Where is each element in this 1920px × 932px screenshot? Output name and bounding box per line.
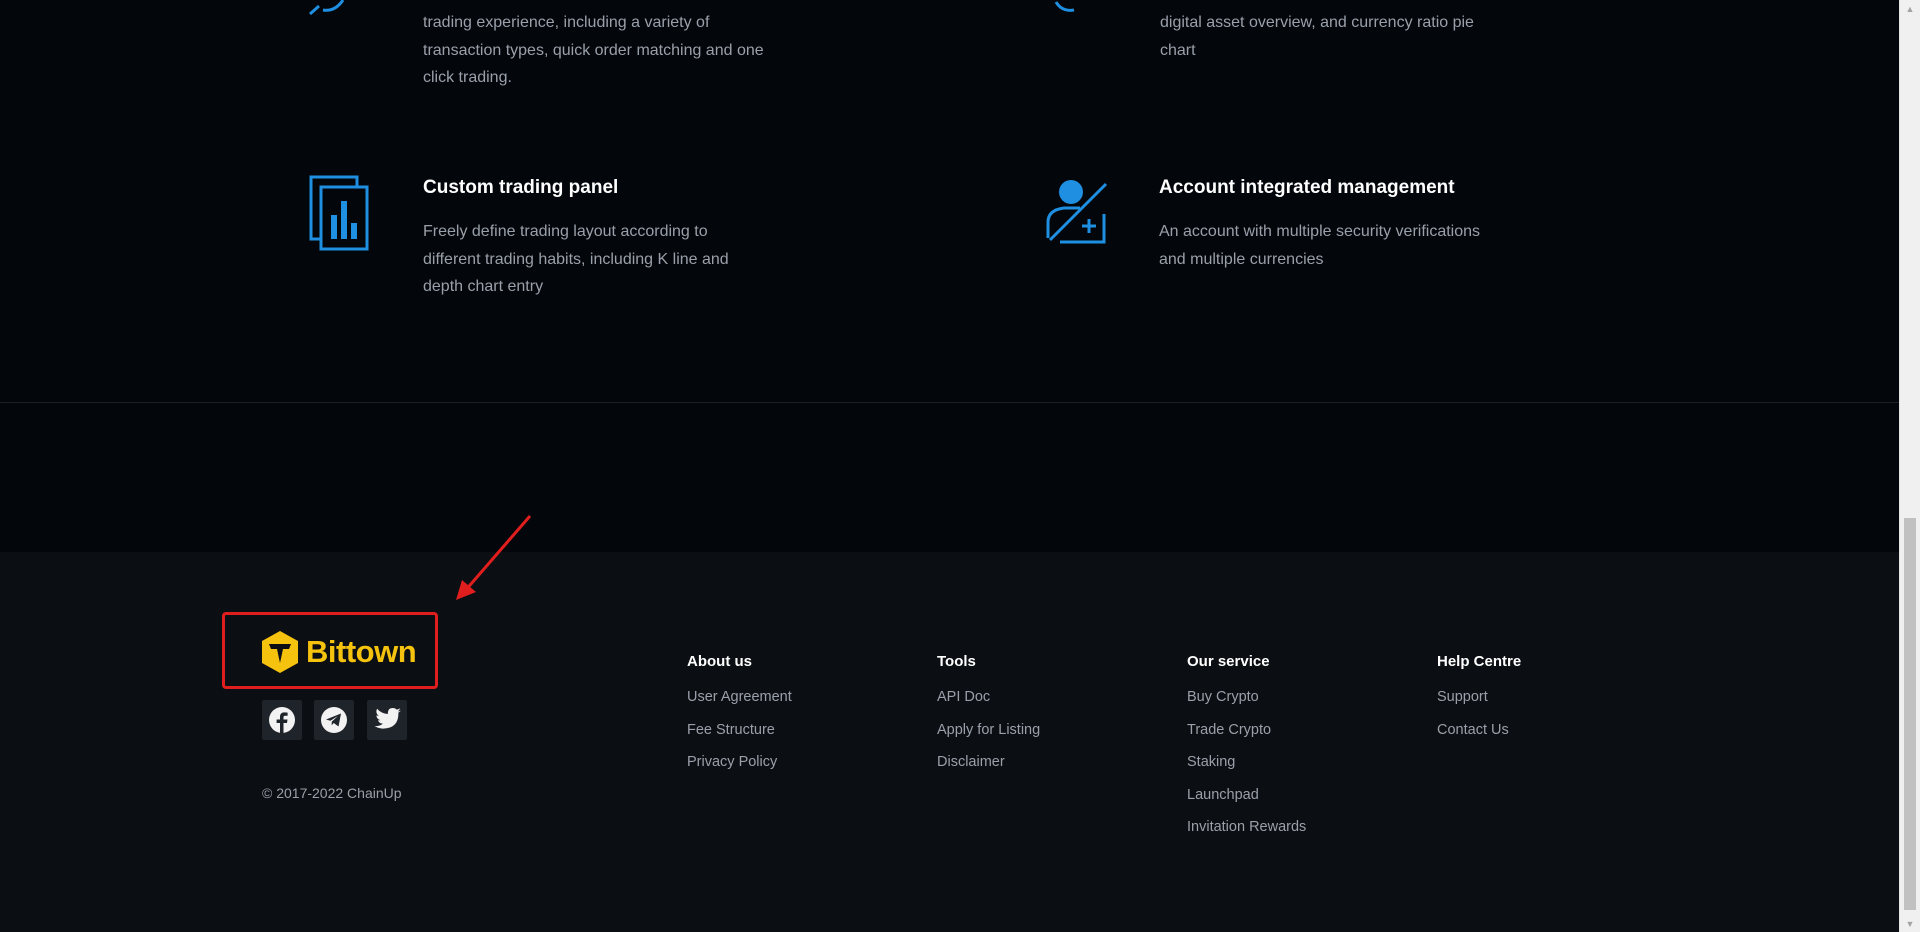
- footer-column-about: About us User Agreement Fee Structure Pr…: [687, 653, 792, 786]
- desc-line: transaction types, quick order matching …: [423, 41, 764, 59]
- page-viewport: trading experience, including a variety …: [0, 0, 1899, 932]
- scrollbar-thumb[interactable]: [1904, 518, 1916, 910]
- link-contact-us[interactable]: Contact Us: [1437, 721, 1521, 754]
- features-section: trading experience, including a variety …: [0, 0, 1899, 402]
- feature-description: Freely define trading layout according t…: [423, 218, 863, 301]
- column-heading: Help Centre: [1437, 653, 1522, 670]
- link-privacy-policy[interactable]: Privacy Policy: [687, 753, 792, 786]
- footer-column-tools: Tools API Doc Apply for Listing Disclaim…: [937, 653, 1040, 786]
- footer-logo[interactable]: Bittown: [260, 630, 417, 674]
- brand-name: Bittown: [306, 634, 417, 669]
- link-trade-crypto[interactable]: Trade Crypto: [1187, 721, 1306, 754]
- desc-line: click trading.: [423, 69, 512, 86]
- feature-title: Custom trading panel: [423, 177, 619, 198]
- desc-line: digital asset overview, and currency rat…: [1160, 14, 1474, 31]
- vertical-scrollbar[interactable]: ▲ ▼: [1899, 0, 1920, 932]
- desc-line: Freely define trading layout according t…: [423, 223, 708, 240]
- link-api-doc[interactable]: API Doc: [937, 688, 1040, 721]
- scroll-down-arrow-icon[interactable]: ▼: [1900, 915, 1920, 932]
- link-buy-crypto[interactable]: Buy Crypto: [1187, 688, 1306, 721]
- link-invitation-rewards[interactable]: Invitation Rewards: [1187, 818, 1306, 851]
- desc-line: trading experience, including a variety …: [423, 14, 710, 31]
- annotation-arrow-icon: [456, 515, 532, 600]
- link-support[interactable]: Support: [1437, 688, 1521, 721]
- feature-description: trading experience, including a variety …: [423, 9, 863, 92]
- link-disclaimer[interactable]: Disclaimer: [937, 753, 1040, 786]
- link-staking[interactable]: Staking: [1187, 753, 1306, 786]
- facebook-button[interactable]: [262, 700, 302, 740]
- telegram-icon: [321, 707, 347, 733]
- trading-icon: [309, 0, 345, 16]
- link-fee-structure[interactable]: Fee Structure: [687, 721, 792, 754]
- desc-line: chart: [1160, 41, 1196, 59]
- link-launchpad[interactable]: Launchpad: [1187, 786, 1306, 819]
- spacer-band: [0, 403, 1899, 552]
- copyright-text: © 2017-2022 ChainUp: [262, 785, 402, 801]
- column-heading: Our service: [1187, 653, 1270, 670]
- footer-column-help: Help Centre Support Contact Us: [1437, 653, 1521, 753]
- telegram-button[interactable]: [314, 700, 354, 740]
- user-add-icon: [1046, 180, 1108, 244]
- column-heading: About us: [687, 653, 752, 670]
- bar-chart-panel-icon: [309, 175, 369, 251]
- feature-description: An account with multiple security verifi…: [1159, 218, 1599, 273]
- bittown-logo-icon: [262, 631, 298, 673]
- twitter-button[interactable]: [367, 700, 407, 740]
- feature-description: digital asset overview, and currency rat…: [1160, 9, 1600, 64]
- desc-line: depth chart entry: [423, 278, 544, 295]
- twitter-icon: [374, 708, 401, 729]
- link-apply-for-listing[interactable]: Apply for Listing: [937, 721, 1040, 754]
- feature-title: Account integrated management: [1159, 177, 1455, 198]
- column-heading: Tools: [937, 653, 976, 670]
- footer-column-service: Our service Buy Crypto Trade Crypto Stak…: [1187, 653, 1306, 851]
- asset-chart-icon: [1054, 1, 1075, 12]
- link-user-agreement[interactable]: User Agreement: [687, 688, 792, 721]
- desc-line: different trading habits, including K li…: [423, 250, 729, 268]
- desc-line: and multiple currencies: [1159, 250, 1324, 268]
- scroll-up-arrow-icon[interactable]: ▲: [1900, 0, 1920, 17]
- desc-line: An account with multiple security verifi…: [1159, 223, 1481, 240]
- facebook-icon: [269, 707, 295, 733]
